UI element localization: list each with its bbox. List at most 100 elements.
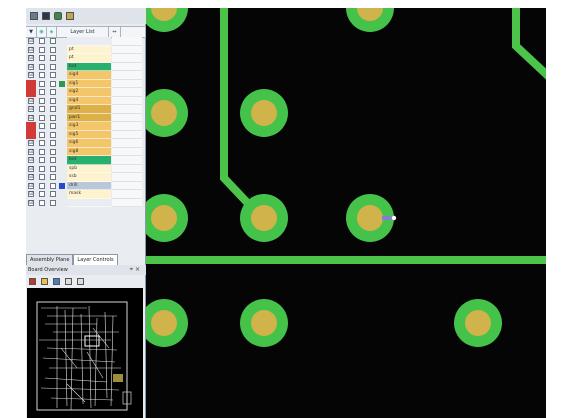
layer-row[interactable]: ☑ bot [26, 156, 146, 165]
board-overview-minimap[interactable] [27, 288, 143, 418]
layer-row[interactable]: ☑ [26, 37, 146, 46]
layer-row[interactable]: ☑ sig4 [26, 96, 146, 105]
layer-lock-checkbox[interactable] [50, 123, 56, 130]
layer-visible-checkbox[interactable]: ☑ [28, 148, 34, 155]
layer-lock-checkbox[interactable] [50, 46, 56, 53]
layer-color-swatch[interactable] [59, 80, 65, 87]
layer-lock-checkbox[interactable] [50, 140, 56, 147]
blue-layer-icon[interactable] [53, 277, 60, 285]
pad[interactable] [240, 194, 288, 242]
layer-select-checkbox[interactable] [39, 46, 45, 53]
layer-row[interactable]: ☑ mask [26, 190, 146, 199]
layer-lock-checkbox[interactable] [50, 97, 56, 104]
layers-icon[interactable] [42, 12, 50, 20]
layer-lock-checkbox[interactable] [50, 63, 56, 70]
layer-row[interactable]: ☑ drill [26, 181, 146, 190]
layer-lock-checkbox[interactable] [50, 131, 56, 138]
layer-select-checkbox[interactable] [39, 63, 45, 70]
layer-select-checkbox[interactable] [39, 174, 45, 181]
layer-select-checkbox[interactable] [39, 89, 45, 96]
pcb-canvas[interactable] [146, 8, 546, 418]
layer-select-checkbox[interactable] [39, 165, 45, 172]
zoom-fit-icon[interactable] [65, 277, 72, 285]
layer-row[interactable]: ☑ [26, 198, 146, 207]
layer-row[interactable]: ☑ ssb [26, 173, 146, 182]
layer-row[interactable]: ☑ pt [26, 45, 146, 54]
layer-row[interactable]: ☑ pt [26, 54, 146, 63]
yellow-layer-icon[interactable] [41, 277, 48, 285]
layer-row[interactable]: ☑ sig6 [26, 139, 146, 148]
layer-row[interactable]: ☑sig2 [26, 88, 146, 97]
layer-select-checkbox[interactable] [39, 114, 45, 121]
grid-icon[interactable] [30, 12, 38, 20]
options-icon[interactable]: ⇔ [109, 27, 121, 37]
visibility-header-icon[interactable]: ◉ [37, 27, 47, 37]
layer-select-checkbox[interactable] [39, 182, 45, 189]
layer-lock-checkbox[interactable] [50, 106, 56, 113]
layer-visible-checkbox[interactable]: ☑ [28, 46, 34, 53]
layer-visible-checkbox[interactable]: ☑ [28, 182, 34, 189]
layer-visible-checkbox[interactable]: ☑ [28, 97, 34, 104]
select-header-icon[interactable]: ◈ [47, 27, 57, 37]
via-marker[interactable] [382, 215, 397, 221]
layer-visible-checkbox[interactable]: ☑ [28, 114, 34, 121]
layer-visible-checkbox[interactable]: ☑ [28, 55, 34, 62]
layer-select-checkbox[interactable] [39, 140, 45, 147]
layer-lock-checkbox[interactable] [50, 148, 56, 155]
red-layer-icon[interactable] [29, 277, 36, 285]
layer-row[interactable]: ☑ spb [26, 164, 146, 173]
layer-lock-checkbox[interactable] [50, 72, 56, 79]
zoom-window-icon[interactable] [77, 277, 84, 285]
layer-select-checkbox[interactable] [39, 123, 45, 130]
layer-lock-checkbox[interactable] [50, 55, 56, 62]
layer-lock-checkbox[interactable] [50, 165, 56, 172]
layer-lock-checkbox[interactable] [50, 38, 56, 45]
layer-lock-checkbox[interactable] [50, 80, 56, 87]
pad[interactable] [454, 299, 502, 347]
layer-visible-checkbox[interactable]: ☑ [28, 174, 34, 181]
layer-row[interactable]: ☑ gnd1 [26, 105, 146, 114]
layer-visible-checkbox[interactable]: ☑ [28, 38, 34, 45]
layer-select-checkbox[interactable] [39, 191, 45, 198]
layer-list-column-header[interactable]: Layer List [57, 27, 109, 37]
layer-visible-checkbox[interactable]: ☑ [28, 140, 34, 147]
layer-select-checkbox[interactable] [39, 199, 45, 206]
layer-row[interactable]: ☑sig1 [26, 79, 146, 88]
layer-select-checkbox[interactable] [39, 72, 45, 79]
layer-row[interactable]: ☑ sig8 [26, 147, 146, 156]
layer-visible-checkbox[interactable]: ☑ [28, 191, 34, 198]
tab-layer-controls[interactable]: Layer Controls [73, 254, 118, 265]
layer-lock-checkbox[interactable] [50, 89, 56, 96]
filter-icon[interactable]: ▼ [26, 27, 37, 37]
layer-row[interactable]: ☑ pwr1 [26, 113, 146, 122]
layer-lock-checkbox[interactable] [50, 114, 56, 121]
pad[interactable] [240, 299, 288, 347]
layer-select-checkbox[interactable] [39, 148, 45, 155]
layer-select-checkbox[interactable] [39, 157, 45, 164]
layer-select-checkbox[interactable] [39, 55, 45, 62]
layer-lock-checkbox[interactable] [50, 157, 56, 164]
pad[interactable] [240, 89, 288, 137]
lock-icon[interactable] [54, 12, 62, 20]
tag-icon[interactable] [66, 12, 74, 20]
layer-lock-checkbox[interactable] [50, 191, 56, 198]
layer-lock-checkbox[interactable] [50, 174, 56, 181]
layer-visible-checkbox[interactable]: ☑ [28, 165, 34, 172]
pin-close-icon[interactable]: ⌖ × [130, 265, 140, 275]
layer-select-checkbox[interactable] [39, 106, 45, 113]
layer-visible-checkbox[interactable]: ☑ [28, 106, 34, 113]
layer-row[interactable]: ☑ bot [26, 62, 146, 71]
layer-row[interactable]: ☑ sig4 [26, 71, 146, 80]
layer-lock-checkbox[interactable] [50, 199, 56, 206]
layer-select-checkbox[interactable] [39, 97, 45, 104]
layer-row[interactable]: ☑sig3 [26, 122, 146, 131]
layer-visible-checkbox[interactable]: ☑ [28, 72, 34, 79]
layer-lock-checkbox[interactable] [50, 182, 56, 189]
layer-visible-checkbox[interactable]: ☑ [28, 63, 34, 70]
layer-select-checkbox[interactable] [39, 38, 45, 45]
layer-visible-checkbox[interactable]: ☑ [28, 157, 34, 164]
layer-row[interactable]: ☑sig5 [26, 130, 146, 139]
layer-color-swatch[interactable] [59, 182, 65, 189]
layer-select-checkbox[interactable] [39, 131, 45, 138]
layer-select-checkbox[interactable] [39, 80, 45, 87]
